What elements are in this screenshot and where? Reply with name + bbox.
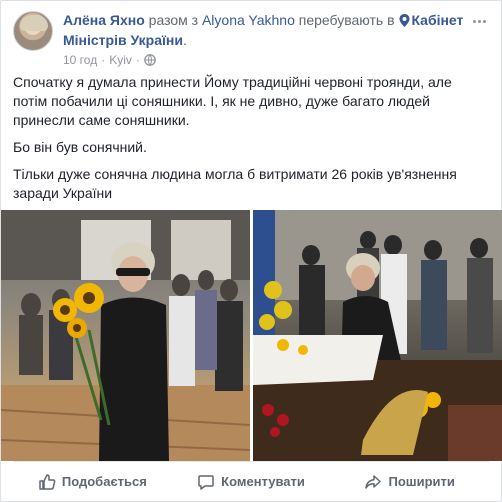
location-pin-icon	[399, 13, 410, 31]
post-headline: Алёна Яхно разом з Alyona Yakhno перебув…	[63, 11, 489, 49]
verb-text: перебувають в	[298, 12, 395, 28]
author-avatar[interactable]	[13, 11, 53, 51]
place-suffix: .	[183, 32, 187, 48]
comment-label: Коментувати	[221, 474, 305, 489]
comment-button[interactable]: Коментувати	[172, 466, 331, 498]
globe-icon[interactable]	[144, 54, 156, 66]
meta-separator: ·	[101, 53, 106, 67]
share-icon	[365, 474, 382, 489]
photo-grid	[1, 210, 502, 461]
with-text: разом з	[148, 12, 199, 28]
post-meta: 10 год · Kyiv ·	[63, 53, 156, 67]
post-actions-bar: Подобається Коментувати Поширити	[13, 461, 489, 501]
post-text: Спочатку я думала принести Йому традицій…	[13, 73, 487, 211]
author-name-link[interactable]: Алёна Яхно	[63, 12, 145, 28]
photo-1[interactable]	[1, 210, 250, 461]
like-button[interactable]: Подобається	[13, 466, 172, 498]
comment-icon	[198, 474, 214, 490]
more-options-icon[interactable]	[469, 11, 489, 31]
share-button[interactable]: Поширити	[330, 466, 489, 498]
post-paragraph-3: Тільки дуже сонячна людина могла б витри…	[13, 166, 457, 201]
post-paragraph-2: Бо він був сонячний.	[13, 139, 147, 155]
timestamp-link[interactable]: 10 год	[63, 53, 97, 67]
post-card: Алёна Яхно разом з Alyona Yakhno перебув…	[0, 0, 502, 502]
like-label: Подобається	[61, 474, 147, 489]
photo-2[interactable]	[253, 210, 502, 461]
post-paragraph-1: Спочатку я думала принести Йому традицій…	[13, 74, 452, 128]
thumbs-up-icon	[39, 473, 56, 490]
location-link[interactable]: Kyiv	[109, 53, 132, 67]
meta-separator-2: ·	[135, 53, 140, 67]
post-header: Алёна Яхно разом з Alyona Yakhno перебув…	[13, 11, 489, 67]
share-label: Поширити	[388, 474, 455, 489]
tagged-person-link[interactable]: Alyona Yakhno	[202, 12, 295, 28]
